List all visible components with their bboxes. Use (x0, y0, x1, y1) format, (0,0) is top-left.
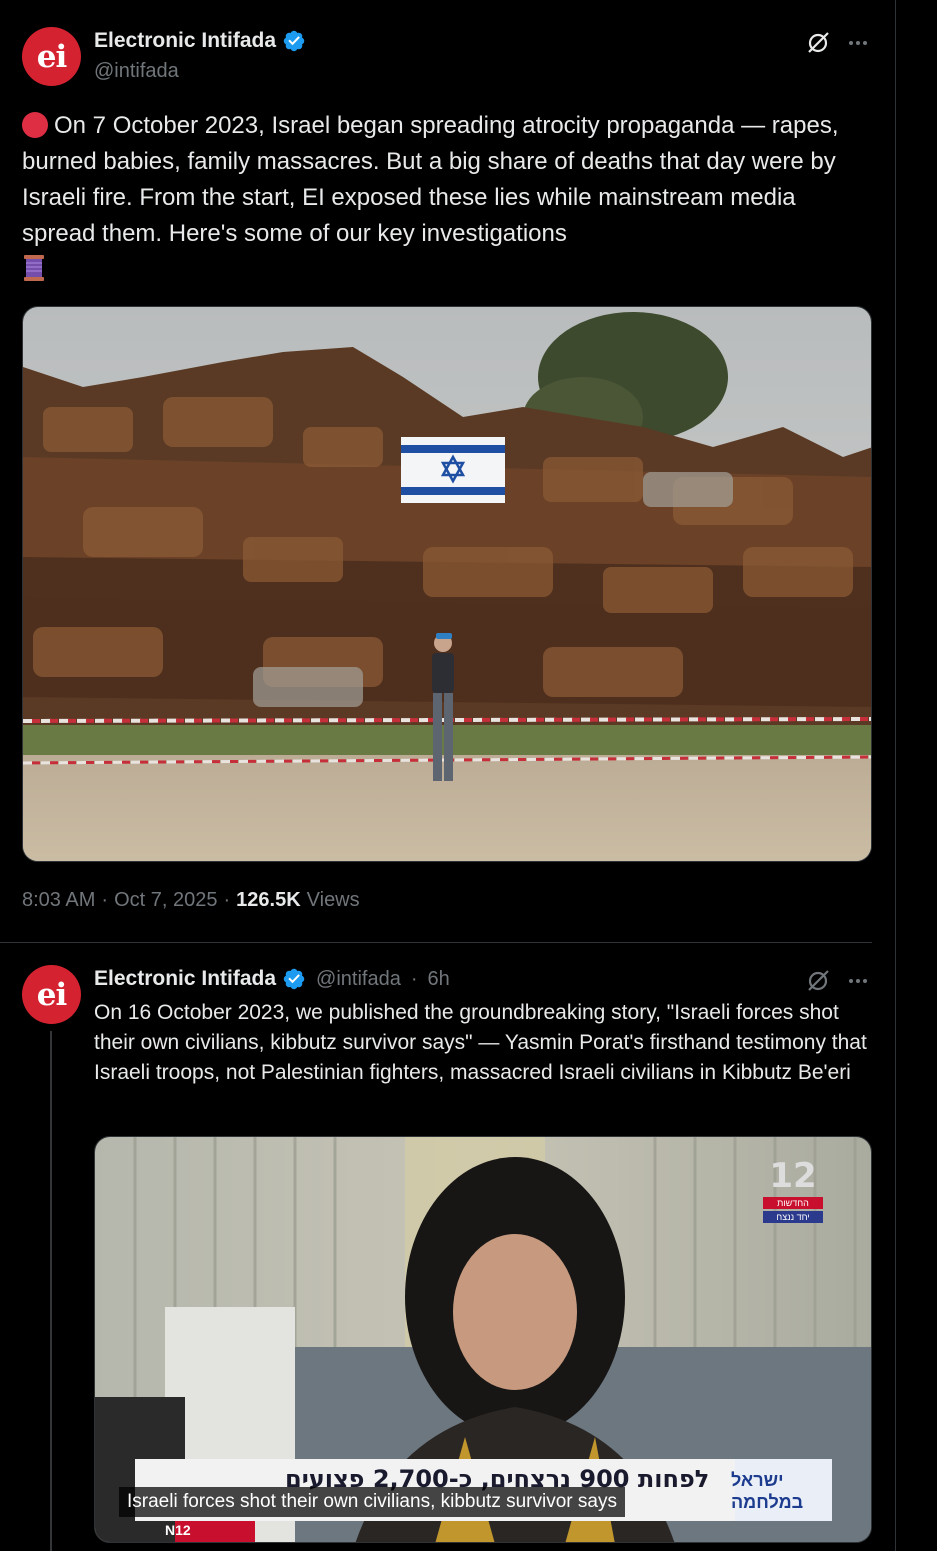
tweet-text: On 7 October 2023, Israel began spreadin… (22, 108, 862, 288)
display-name[interactable]: Electronic Intifada (94, 967, 276, 991)
tweet-video[interactable]: 12 החדשות יחד ננצח לפחות 900 נרצחים, כ-2… (94, 1136, 872, 1543)
views-count: 126.5K (236, 889, 301, 911)
more-icon[interactable] (845, 30, 871, 56)
red-circle-emoji (22, 112, 48, 138)
avatar[interactable]: ei (22, 27, 81, 86)
views-label: Views (306, 889, 360, 911)
main-tweet[interactable]: ei Electronic Intifada @intifada On 7 Oc… (0, 0, 896, 943)
channel-12-logo: 12 החדשות יחד ננצח (763, 1156, 823, 1223)
meta-separator: · (101, 889, 109, 911)
tweet-time[interactable]: 8:03 AM (22, 889, 95, 912)
grok-icon[interactable] (805, 30, 831, 56)
grok-icon[interactable] (805, 968, 831, 994)
tweet-age[interactable]: 6h (428, 968, 450, 991)
meta-separator: · (223, 889, 231, 911)
video-caption: Israeli forces shot their own civilians,… (119, 1487, 625, 1517)
cars-pile-image (23, 307, 871, 861)
verified-badge-icon (283, 30, 305, 52)
timeline-column: ei Electronic Intifada @intifada On 7 Oc… (0, 0, 896, 1551)
n12-logo: N12 (165, 1522, 191, 1538)
thread-connector-line (50, 1031, 52, 1551)
channel-number: 12 (769, 1156, 817, 1196)
war-logo-line2: במלחמה (731, 1492, 804, 1512)
more-icon[interactable] (845, 968, 871, 994)
tweet-date[interactable]: Oct 7, 2025 (114, 889, 217, 912)
war-logo-line1: ישראל (731, 1470, 784, 1490)
handle[interactable]: @intifada (94, 60, 179, 83)
author-row: Electronic Intifada (94, 29, 306, 53)
avatar[interactable]: ei (22, 965, 81, 1024)
display-name[interactable]: Electronic Intifada (94, 29, 276, 53)
thread-tweet[interactable]: ei Electronic Intifada @intifada · 6h On… (0, 943, 896, 1551)
tweet-photo[interactable] (22, 306, 872, 862)
author-row: Electronic Intifada @intifada · 6h (94, 967, 450, 991)
thread-spool-emoji (24, 255, 44, 281)
tweet-meta: 8:03 AM · Oct 7, 2025 · 126.5K Views (22, 889, 360, 912)
tweet-body: On 7 October 2023, Israel began spreadin… (22, 112, 839, 247)
channel-tag-news: החדשות (763, 1197, 823, 1209)
verified-badge-icon (283, 968, 305, 990)
meta-separator: · (410, 967, 418, 990)
channel-tag-slogan: יחד ננצח (763, 1211, 823, 1223)
handle[interactable]: @intifada (316, 968, 401, 991)
tweet-text: On 16 October 2023, we published the gro… (94, 1001, 867, 1084)
war-logo: ישראל במלחמה (731, 1469, 831, 1525)
